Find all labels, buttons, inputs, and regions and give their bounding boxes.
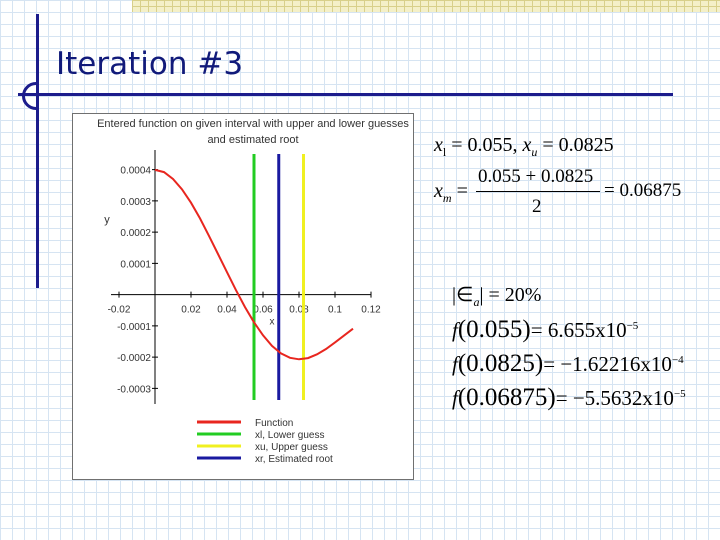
x-tick-label: 0.04 [217, 305, 237, 316]
x-axis-label: x [270, 317, 275, 328]
vertical-accent-line [36, 14, 39, 288]
midpoint-denominator: 2 [532, 196, 542, 217]
plot-frame: Entered function on given interval with … [72, 113, 414, 480]
legend-label: xu, Upper guess [255, 442, 328, 453]
f-value-xu: f(0.0825)= −1.62216x10−4 [452, 350, 684, 377]
guesses-equation: xl = 0.055, xu = 0.0825 [434, 134, 614, 159]
midpoint-result: = 0.06875 [604, 180, 682, 201]
x-tick-label: 0.12 [361, 305, 381, 316]
slide-title: Iteration #3 [56, 46, 244, 82]
horizontal-accent-line [18, 93, 673, 96]
y-tick-label: -0.0002 [117, 353, 151, 364]
approx-error-equation: |∈a| = 20% [452, 284, 542, 309]
y-tick-label: 0.0004 [120, 166, 151, 177]
top-decoration-strip [132, 0, 720, 12]
chart-svg: -0.02 0.02 0.04 0.06 0.08 0.1 0.12 0.0004 0.0003… [104, 150, 381, 465]
x-tick-label: 0.02 [181, 305, 201, 316]
x-tick-label: 0.08 [289, 305, 309, 316]
y-tick-label: 0.0001 [120, 259, 151, 270]
f-value-xl: f(0.055)= 6.655x10−5 [452, 316, 639, 343]
midpoint-lhs: xm = [434, 180, 468, 205]
y-tick-label: -0.0003 [117, 384, 151, 395]
fraction-bar [476, 191, 600, 192]
f-value-xr: f(0.06875)= −5.5632x10−5 [452, 384, 686, 411]
midpoint-numerator: 0.055 + 0.0825 [478, 166, 594, 187]
y-axis-label: y [104, 214, 110, 226]
x-tick-label: 0.06 [253, 305, 273, 316]
y-tick-label: 0.0002 [120, 228, 151, 239]
y-tick-label: 0.0003 [120, 197, 151, 208]
legend-label: xr, Estimated root [255, 454, 333, 465]
x-tick-label: 0.1 [328, 305, 342, 316]
y-tick-label: -0.0001 [117, 322, 151, 333]
legend-label: xl, Lower guess [255, 430, 324, 441]
legend-label: Function [255, 418, 293, 429]
x-tick-label: -0.02 [108, 305, 131, 316]
